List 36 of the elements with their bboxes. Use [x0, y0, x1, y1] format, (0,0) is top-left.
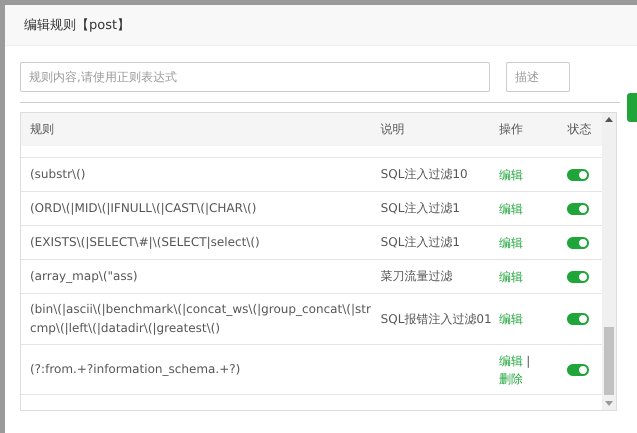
column-header: 状态 — [566, 121, 592, 138]
rule-cell-text: (?:from.+?information_schema.+?) — [30, 361, 240, 378]
action-link[interactable]: 编辑 — [499, 234, 524, 252]
status-toggle[interactable] — [567, 202, 590, 214]
rule-input-field[interactable]: 规则内容,请使用正则表达式 — [20, 62, 490, 92]
column-header: 操作 — [498, 121, 524, 138]
action-link[interactable]: 编辑 — [499, 166, 524, 184]
rule-cell-text: (EXISTS\(|SELECT\#|\(SELECT|select\() — [30, 234, 260, 251]
dialog-title: 编辑规则【post】 — [24, 17, 130, 34]
description-cell: 菜刀流量过滤 — [380, 268, 453, 285]
description-cell: SQL注入过滤10 — [380, 166, 468, 183]
status-toggle[interactable] — [567, 168, 590, 180]
rule-cell-text: (bin\(|ascii\(|benchmark\(|concat_ws\(|group_concat\(|strcmp\(|left\(|datadir\(|greatest\() — [30, 301, 372, 337]
description-cell: SQL注入过滤1 — [380, 200, 460, 217]
status-toggle[interactable] — [567, 313, 590, 325]
scroll-up-icon[interactable] — [605, 117, 613, 122]
description-cell: SQL注入过滤1 — [380, 234, 460, 251]
column-header: 规则 — [29, 121, 55, 138]
action-link[interactable]: 编辑 — [499, 310, 524, 328]
status-toggle[interactable] — [567, 364, 590, 376]
separator-text: | — [526, 354, 530, 368]
description-cell: SQL报错注入过滤01 — [380, 310, 492, 328]
scrollbar[interactable] — [602, 113, 616, 410]
action-link[interactable]: 删除 — [499, 370, 524, 388]
rule-cell-text: (array_map\("ass) — [30, 268, 138, 285]
column-header: 说明 — [380, 121, 406, 138]
action-link[interactable]: 编辑 — [499, 268, 524, 286]
action-link[interactable]: 编辑 — [499, 352, 524, 370]
rule-cell-text: (ORD\(|MID\(|IFNULL\(|CAST\(|CHAR\() — [30, 200, 256, 217]
action-link[interactable]: 编辑 — [499, 200, 524, 218]
scroll-down-icon[interactable] — [605, 401, 613, 406]
description-input-field[interactable]: 描述 — [506, 62, 570, 92]
status-toggle[interactable] — [567, 270, 590, 282]
status-toggle[interactable] — [567, 236, 590, 248]
rule-cell-text: (substr\() — [30, 166, 86, 183]
scrollbar-thumb[interactable] — [604, 327, 614, 395]
